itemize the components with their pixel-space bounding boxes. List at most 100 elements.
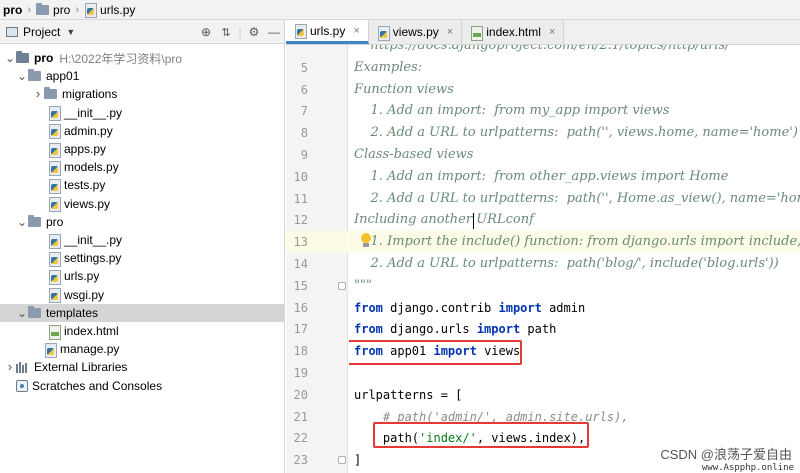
lightbulb-icon[interactable] [360, 233, 372, 249]
code-line: Examples: [349, 57, 800, 79]
close-icon[interactable]: × [447, 26, 453, 38]
tree-item[interactable]: index.html [0, 322, 285, 340]
chevron-down-icon[interactable]: ⌄ [4, 52, 16, 64]
line-number: 6 [300, 82, 308, 97]
python-file-icon [48, 269, 61, 285]
tree-item-label: pro [34, 51, 54, 65]
code-line: Function views [349, 79, 800, 101]
tree-item[interactable]: tests.py [0, 176, 285, 194]
folder-icon [28, 305, 41, 318]
chevron-down-icon[interactable]: ▼ [66, 27, 75, 37]
code-token: from [354, 322, 383, 337]
tree-item-label: app01 [46, 69, 80, 84]
python-file-icon [48, 197, 61, 213]
code-text: https://docs.djangoproject.com/en/2.1/to… [354, 45, 730, 53]
code-text: Function views [354, 81, 454, 97]
code-token: import [498, 300, 542, 315]
project-pane-toolbar: ⊕ ⇅ | ⚙ — [196, 20, 284, 44]
target-icon[interactable]: ⊕ [196, 25, 216, 39]
chevron-right-icon[interactable]: › [32, 87, 44, 100]
line-number: 10 [293, 169, 308, 184]
line-number: 12 [293, 213, 308, 228]
tree-item[interactable]: › migrations [0, 85, 285, 103]
tree-item[interactable]: models.py [0, 158, 285, 176]
editor-gutter: 5 6 7 8 9 10 11 12 13 14 15 16 17 18 19 20 21 22 23 [286, 45, 348, 473]
chevron-right-icon[interactable]: › [4, 360, 16, 373]
python-file-icon [48, 233, 61, 249]
close-icon[interactable]: × [549, 26, 555, 38]
tree-item[interactable]: ⌄ app01 [0, 67, 285, 85]
fold-marker-icon[interactable] [338, 281, 346, 290]
code-line: 1. Add an import: from my_app import vie… [349, 100, 800, 122]
breadcrumb-separator: › [75, 3, 80, 16]
tree-item[interactable]: ⌄ templates [0, 303, 285, 322]
folder-icon [28, 214, 41, 227]
folder-icon [44, 87, 57, 100]
watermark: CSDN @浪荡子爱自由 [660, 447, 792, 462]
python-file-icon [48, 178, 61, 194]
tree-item-label: models.py [64, 160, 119, 175]
code-text: 2. Add a URL to urlpatterns: path('', vi… [354, 125, 798, 141]
code-line: urlpatterns = [ [349, 384, 800, 406]
tree-item[interactable]: ⌄ pro H:\2022年学习资料\pro [0, 49, 285, 67]
tree-item[interactable]: apps.py [0, 140, 285, 158]
tree-item[interactable]: admin.py [0, 122, 285, 140]
tree-item-label: tests.py [64, 178, 106, 193]
tree-item-label: views.py [64, 196, 111, 211]
line-number: 5 [300, 60, 308, 75]
project-pane-title[interactable]: Project [23, 25, 60, 39]
tree-item[interactable]: settings.py [0, 249, 285, 267]
line-number: 7 [300, 104, 308, 119]
watermark-site: www.Aspphp.online [701, 463, 794, 473]
tab-views-py[interactable]: views.py × [368, 20, 463, 44]
tree-item[interactable]: › External Libraries [0, 358, 285, 376]
tree-item[interactable]: manage.py [0, 340, 285, 358]
scratches-icon [16, 379, 28, 392]
tree-item-label: settings.py [64, 251, 122, 266]
code-text: 2. Add a URL to urlpatterns: path('blog/… [354, 256, 779, 271]
breadcrumb-root-label: pro [3, 2, 23, 17]
chevron-down-icon[interactable]: ⌄ [16, 307, 28, 319]
tree-item[interactable]: Scratches and Consoles [0, 377, 285, 395]
code-token: import [476, 322, 521, 337]
tree-item[interactable]: wsgi.py [0, 286, 285, 304]
tree-item[interactable]: __init__.py [0, 104, 285, 122]
breadcrumb-item-file[interactable]: urls.py [84, 3, 135, 18]
breadcrumb-item-root[interactable]: pro [3, 3, 22, 17]
line-number: 18 [293, 344, 308, 359]
fold-marker-icon[interactable] [338, 456, 346, 465]
line-number: 11 [293, 191, 308, 206]
highlight-box-path [373, 422, 589, 448]
tree-item-label: pro [46, 214, 64, 229]
settings-icon[interactable]: ⚙ [244, 25, 264, 39]
line-number: 19 [293, 366, 308, 380]
hide-icon[interactable]: — [264, 25, 284, 39]
html-file-icon [48, 324, 61, 340]
tab-index-html[interactable]: index.html × [462, 20, 565, 44]
code-token: admin [541, 300, 586, 315]
tree-item[interactable]: ⌄ pro [0, 213, 285, 231]
tree-item[interactable]: __init__.py [0, 231, 285, 249]
code-editor[interactable]: ] path('index/', views.index), # path('a… [349, 45, 800, 473]
tree-item-path: H:\2022年学习资料\pro [59, 51, 183, 66]
chevron-down-icon[interactable]: ⌄ [16, 216, 28, 228]
breadcrumb-item-folder[interactable]: pro [36, 2, 70, 17]
close-icon[interactable]: × [353, 25, 359, 37]
python-file-icon [48, 160, 61, 176]
line-number: 9 [300, 148, 308, 162]
python-file-icon [377, 25, 390, 41]
tree-item[interactable]: urls.py [0, 267, 285, 285]
tree-item[interactable]: views.py [0, 195, 285, 213]
tree-item-label: urls.py [64, 269, 100, 284]
project-pane: Project ▼ ⊕ ⇅ | ⚙ — ⌄ pro H:\2022年学习资料\pro… [0, 20, 285, 473]
collapse-icon[interactable]: ⇅ [216, 26, 236, 39]
chevron-down-icon[interactable]: ⌄ [16, 70, 28, 82]
code-text: Class-based views [354, 147, 474, 162]
tab-label: index.html [486, 25, 541, 39]
line-number: 14 [293, 257, 308, 271]
code-line: from django.urls import path [349, 318, 800, 340]
tab-urls-py[interactable]: urls.py × [286, 20, 369, 44]
tree-item-label: manage.py [60, 342, 120, 357]
code-line: 1. Add an import: from other_app.views i… [349, 166, 800, 188]
